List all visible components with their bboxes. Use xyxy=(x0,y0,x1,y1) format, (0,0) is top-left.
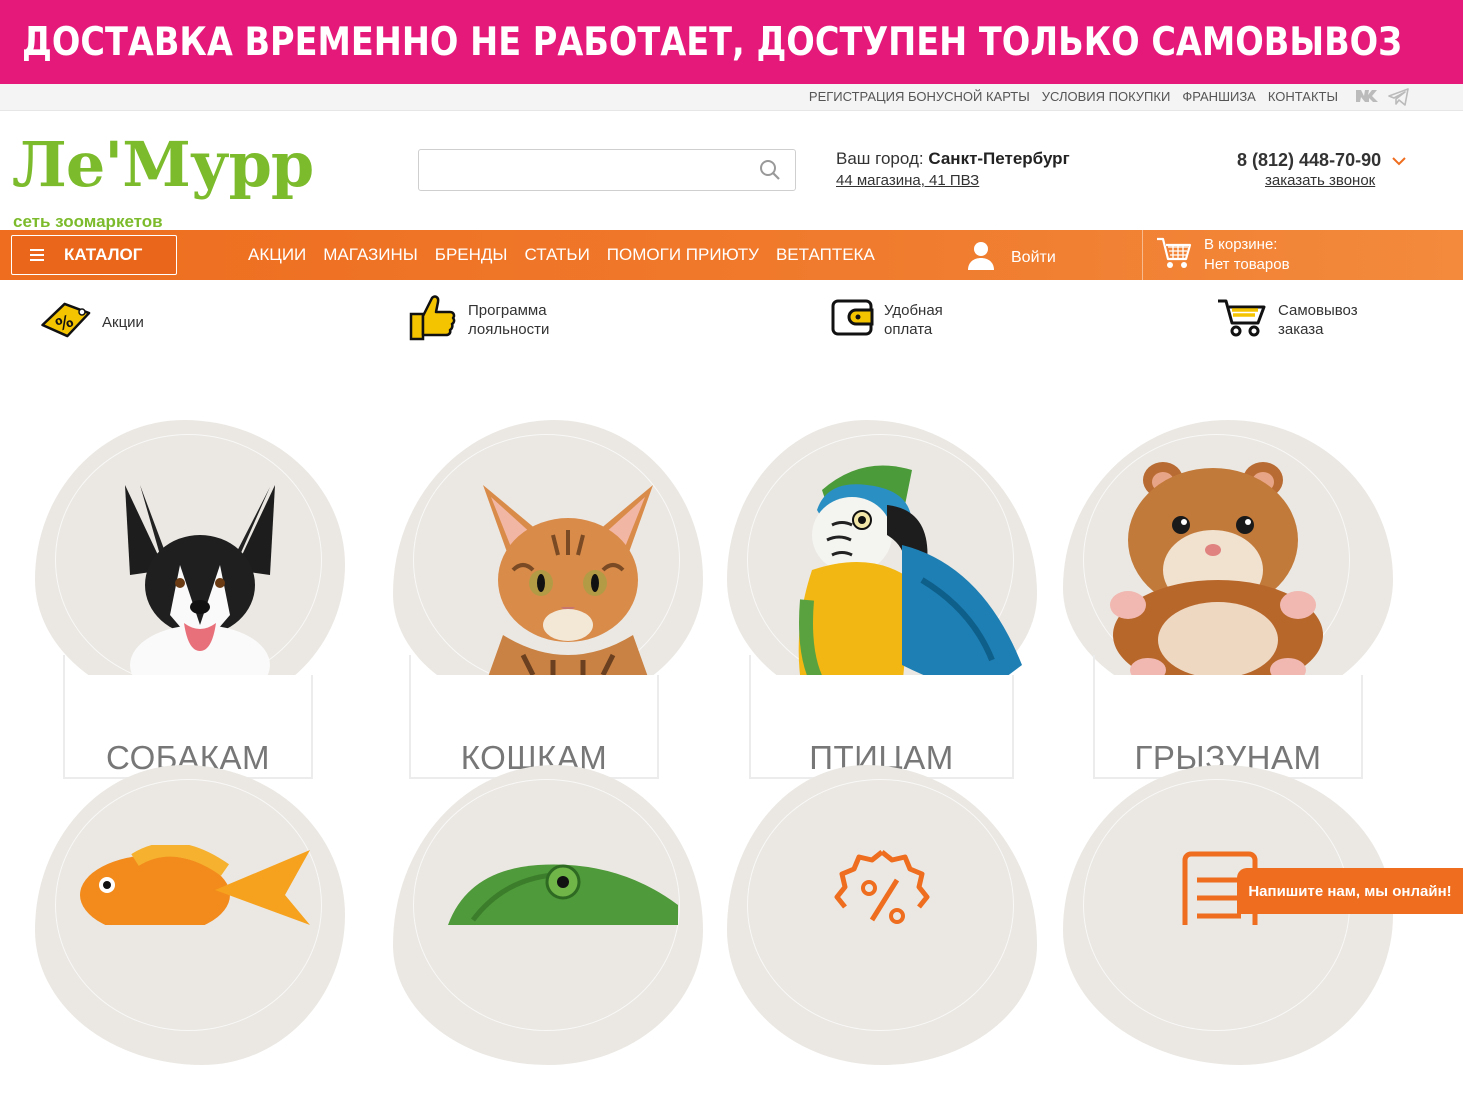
category-reptiles[interactable] xyxy=(393,765,713,1105)
toplink-contacts[interactable]: КОНТАКТЫ xyxy=(1268,89,1338,104)
city-label: Ваш город: xyxy=(836,149,924,168)
tile-frame: ПТИЦАМ xyxy=(749,655,1014,779)
logo[interactable]: Ле'Мурр сеть зоомаркетов xyxy=(12,128,402,231)
feature-pickup[interactable]: Самовывоз заказа xyxy=(1216,296,1358,343)
feature-label-line2: оплата xyxy=(884,320,933,338)
tile-frame: ГРЫЗУНАМ xyxy=(1093,655,1363,779)
category-fish[interactable] xyxy=(35,765,355,1105)
logo-tagline: сеть зоомаркетов xyxy=(13,212,163,231)
callback-link[interactable]: заказать звонок xyxy=(1265,172,1406,189)
category-articles[interactable] xyxy=(1063,765,1393,1105)
thumbs-up-icon xyxy=(408,292,460,347)
category-cats[interactable]: КОШКАМ xyxy=(393,420,713,779)
catalog-button[interactable]: КАТАЛОГ xyxy=(11,235,177,275)
cat-image xyxy=(478,485,658,705)
nav-item-articles[interactable]: СТАТЬИ xyxy=(524,245,589,265)
cart-icon xyxy=(1155,234,1193,276)
category-birds[interactable]: ПТИЦАМ xyxy=(727,420,1047,779)
search-input[interactable] xyxy=(429,150,749,188)
user-icon xyxy=(965,239,997,276)
cart-title: В корзине: xyxy=(1204,236,1278,253)
stores-link[interactable]: 44 магазина, 41 ПВЗ xyxy=(836,172,1070,189)
category-rodents[interactable]: ГРЫЗУНАМ xyxy=(1063,420,1393,779)
cart-icon xyxy=(1216,296,1270,343)
nav-item-stores[interactable]: МАГАЗИНЫ xyxy=(323,245,418,265)
discount-tag-icon: % xyxy=(38,298,94,347)
top-bar: РЕГИСТРАЦИЯ БОНУСНОЙ КАРТЫ УСЛОВИЯ ПОКУП… xyxy=(0,84,1463,111)
parrot-image xyxy=(798,465,1022,695)
telegram-icon[interactable] xyxy=(1388,87,1410,107)
cart-status: Нет товаров xyxy=(1204,256,1290,273)
chat-label: Напишите нам, мы онлайн! xyxy=(1248,882,1452,900)
main-nav: КАТАЛОГ АКЦИИ МАГАЗИНЫ БРЕНДЫ СТАТЬИ ПОМ… xyxy=(0,230,1463,280)
category-grid: СОБАКАМ КОШКАМ ПТИЦАМ ГРЫЗУНАМ xyxy=(0,415,1463,1065)
nav-item-promotions[interactable]: АКЦИИ xyxy=(248,245,306,265)
goldfish-image xyxy=(80,845,310,925)
city-selector[interactable]: Ваш город: Санкт-Петербург 44 магазина, … xyxy=(836,149,1070,189)
search-box[interactable] xyxy=(418,149,796,191)
feature-payment[interactable]: Удобная оплата xyxy=(830,296,943,343)
phone-block: 8 (812) 448-70-90 заказать звонок xyxy=(1237,150,1406,189)
nav-item-vet-pharmacy[interactable]: ВЕТАПТЕКА xyxy=(776,245,875,265)
catalog-label: КАТАЛОГ xyxy=(64,245,143,264)
features-bar: % Акции Программа лояльности Удобная опл… xyxy=(0,290,1463,360)
chat-widget-button[interactable]: Напишите нам, мы онлайн! xyxy=(1237,868,1463,914)
login-button[interactable]: Войти xyxy=(965,239,1056,276)
percent-badge-icon xyxy=(834,850,930,924)
wallet-icon xyxy=(830,296,876,343)
feature-label-line1: Удобная xyxy=(884,301,943,319)
banner-text: ДОСТАВКА ВРЕМЕННО НЕ РАБОТАЕТ, ДОСТУПЕН … xyxy=(22,19,1403,65)
feature-label-line2: лояльности xyxy=(468,320,550,338)
header: Ле'Мурр сеть зоомаркетов Ваш город: Санк… xyxy=(0,112,1463,231)
menu-icon xyxy=(30,249,44,261)
category-dogs[interactable]: СОБАКАМ xyxy=(35,420,355,779)
feature-label-line1: Программа xyxy=(468,301,547,319)
nav-item-brands[interactable]: БРЕНДЫ xyxy=(435,245,508,265)
chameleon-image xyxy=(448,864,678,925)
feature-label-line2: заказа xyxy=(1278,320,1324,338)
search-icon[interactable] xyxy=(759,159,781,186)
logo-wordmark: Ле'Мурр xyxy=(12,128,314,201)
tile-frame: СОБАКАМ xyxy=(63,655,313,779)
nav-item-help-shelter[interactable]: ПОМОГИ ПРИЮТУ xyxy=(607,245,759,265)
cart-widget[interactable]: В корзине: Нет товаров xyxy=(1142,230,1463,280)
toplink-bonus-card[interactable]: РЕГИСТРАЦИЯ БОНУСНОЙ КАРТЫ xyxy=(809,89,1030,104)
feature-loyalty[interactable]: Программа лояльности xyxy=(408,292,549,347)
city-name[interactable]: Санкт-Петербург xyxy=(928,149,1069,168)
login-label: Войти xyxy=(1011,248,1056,266)
chevron-down-icon[interactable] xyxy=(1392,150,1406,171)
tile-frame: КОШКАМ xyxy=(409,655,659,779)
nav-menu: АКЦИИ МАГАЗИНЫ БРЕНДЫ СТАТЬИ ПОМОГИ ПРИЮ… xyxy=(248,245,875,265)
hamster-image xyxy=(1110,462,1323,690)
dog-image xyxy=(125,485,275,695)
phone-number[interactable]: 8 (812) 448-70-90 xyxy=(1237,150,1381,170)
toplink-franchise[interactable]: ФРАНШИЗА xyxy=(1182,89,1256,104)
feature-label: Акции xyxy=(102,314,144,331)
feature-promotions[interactable]: % Акции xyxy=(38,298,144,347)
toplink-purchase-terms[interactable]: УСЛОВИЯ ПОКУПКИ xyxy=(1042,89,1171,104)
top-links: РЕГИСТРАЦИЯ БОНУСНОЙ КАРТЫ УСЛОВИЯ ПОКУП… xyxy=(809,89,1338,104)
feature-label-line1: Самовывоз xyxy=(1278,301,1358,319)
delivery-banner: ДОСТАВКА ВРЕМЕННО НЕ РАБОТАЕТ, ДОСТУПЕН … xyxy=(0,0,1463,84)
vk-icon[interactable] xyxy=(1355,87,1381,103)
category-promotions[interactable] xyxy=(727,765,1047,1105)
